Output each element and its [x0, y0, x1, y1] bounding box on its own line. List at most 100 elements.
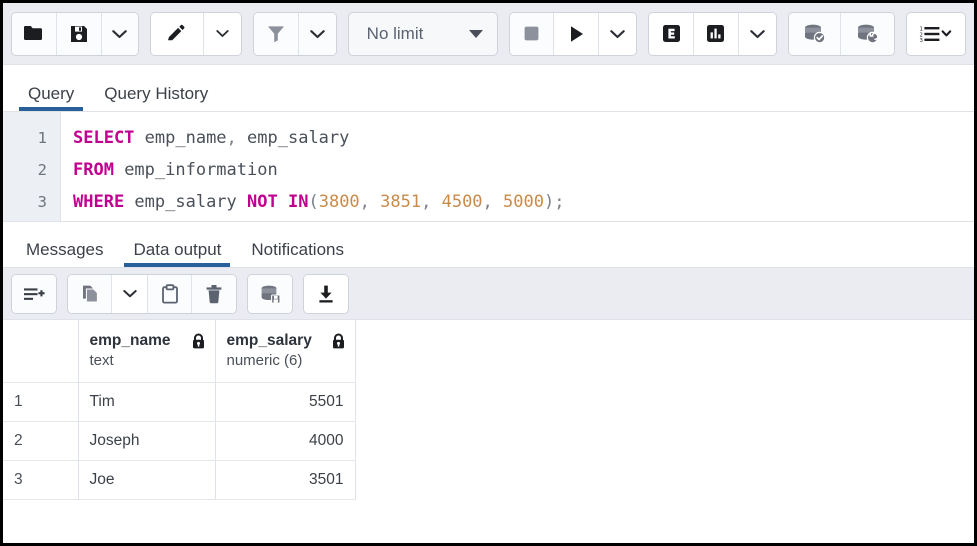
results-table: emp_name text emp_salary [3, 320, 356, 500]
sql-token: 5000 [503, 192, 544, 212]
cell-emp-name[interactable]: Joseph [78, 421, 215, 460]
download-csv-button[interactable] [304, 275, 348, 313]
chevron-down-icon [216, 29, 229, 38]
database-save-icon [259, 284, 282, 304]
sql-token: 3800 [319, 192, 360, 212]
filter-options-dropdown[interactable] [299, 13, 336, 55]
sql-token: IN [288, 192, 308, 212]
clipboard-group [67, 274, 237, 314]
sql-token [278, 192, 288, 212]
sql-token: ); [544, 192, 564, 212]
download-group [303, 274, 349, 314]
execute-group [509, 12, 637, 56]
chevron-down-icon [750, 29, 765, 39]
editor-gutter: 1 2 3 [3, 112, 61, 221]
table-header-row: emp_name text emp_salary [3, 320, 355, 382]
bar-chart-icon [705, 23, 726, 44]
explain-options-dropdown[interactable] [739, 13, 776, 55]
save-file-button[interactable] [57, 13, 102, 55]
tab-data-output[interactable]: Data output [118, 241, 236, 267]
column-type: numeric (6) [227, 352, 346, 369]
cell-emp-name[interactable]: Joe [78, 460, 215, 499]
lock-icon [191, 333, 206, 350]
query-tool-window: No limit [0, 0, 977, 546]
open-file-button[interactable] [12, 13, 57, 55]
sql-token: WHERE [73, 192, 124, 212]
sql-token: emp_name [134, 128, 226, 148]
column-header-emp-name[interactable]: emp_name text [78, 320, 215, 382]
tab-query[interactable]: Query [13, 85, 89, 111]
database-revert-icon [855, 23, 880, 44]
sql-code[interactable]: SELECT emp_name, emp_salaryFROM emp_info… [61, 112, 974, 221]
paste-button[interactable] [148, 275, 192, 313]
table-row[interactable]: 3Joe3501 [3, 460, 355, 499]
save-data-group [247, 274, 293, 314]
edit-button[interactable] [151, 13, 204, 55]
lock-icon [331, 333, 346, 350]
tab-query-history[interactable]: Query History [89, 85, 223, 111]
line-number: 1 [3, 122, 47, 154]
line-number: 3 [3, 186, 47, 218]
commit-button[interactable] [789, 13, 842, 55]
svg-text:3: 3 [919, 38, 922, 44]
edit-options-dropdown[interactable] [204, 13, 241, 55]
output-tabbar: Messages Data output Notifications [3, 222, 974, 268]
sql-token: , [360, 192, 380, 212]
cell-emp-salary[interactable]: 5501 [215, 382, 355, 421]
funnel-icon [266, 24, 286, 43]
sql-token: emp_information [114, 160, 278, 180]
row-number-cell: 2 [3, 421, 78, 460]
table-row[interactable]: 1Tim5501 [3, 382, 355, 421]
rollback-button[interactable] [841, 13, 894, 55]
filter-button[interactable] [254, 13, 299, 55]
table-row[interactable]: 2Joseph4000 [3, 421, 355, 460]
row-limit-select[interactable]: No limit [348, 12, 498, 56]
stop-query-button[interactable] [510, 13, 555, 55]
copy-options-dropdown[interactable] [112, 275, 148, 313]
query-tabbar: Query Query History [3, 65, 974, 112]
execute-options-dropdown[interactable] [599, 13, 636, 55]
add-row-button[interactable] [12, 275, 56, 313]
stop-square-icon [522, 24, 541, 43]
sql-token: emp_salary [237, 128, 350, 148]
sql-token: 4500 [442, 192, 483, 212]
sql-token: FROM [73, 160, 114, 180]
copy-icon [80, 284, 100, 304]
copy-button[interactable] [68, 275, 112, 313]
cell-emp-name[interactable]: Tim [78, 382, 215, 421]
sql-token: emp_salary [124, 192, 247, 212]
row-edit-group [11, 274, 57, 314]
column-type: text [90, 352, 206, 369]
cell-emp-salary[interactable]: 4000 [215, 421, 355, 460]
execute-query-button[interactable] [554, 13, 599, 55]
save-data-changes-button[interactable] [248, 275, 292, 313]
chevron-down-icon [123, 289, 137, 298]
tab-messages[interactable]: Messages [11, 241, 118, 267]
macros-group: 1 2 3 [906, 12, 966, 56]
chevron-down-icon [310, 29, 325, 39]
macros-menu-button[interactable]: 1 2 3 [907, 13, 965, 55]
sql-token: NOT [247, 192, 278, 212]
filter-group [253, 12, 337, 56]
column-header-emp-salary[interactable]: emp_salary numeric (6) [215, 320, 355, 382]
save-options-dropdown[interactable] [102, 13, 139, 55]
sql-token: SELECT [73, 128, 134, 148]
row-limit-value: No limit [367, 24, 424, 44]
explain-group [648, 12, 776, 56]
row-number-cell: 3 [3, 460, 78, 499]
pencil-icon [166, 24, 188, 44]
row-number-cell: 1 [3, 382, 78, 421]
column-name: emp_salary [227, 332, 312, 350]
explain-e-icon [661, 23, 682, 44]
tab-notifications[interactable]: Notifications [236, 241, 359, 267]
cell-emp-salary[interactable]: 3501 [215, 460, 355, 499]
data-output-grid: emp_name text emp_salary [3, 320, 974, 543]
sql-line: FROM emp_information [73, 154, 974, 186]
sql-line: SELECT emp_name, emp_salary [73, 122, 974, 154]
explain-button[interactable] [649, 13, 694, 55]
explain-analyze-button[interactable] [694, 13, 739, 55]
sql-editor[interactable]: 1 2 3 SELECT emp_name, emp_salaryFROM em… [3, 112, 974, 222]
trash-icon [205, 284, 223, 304]
edit-group [150, 12, 242, 56]
delete-row-button[interactable] [192, 275, 236, 313]
